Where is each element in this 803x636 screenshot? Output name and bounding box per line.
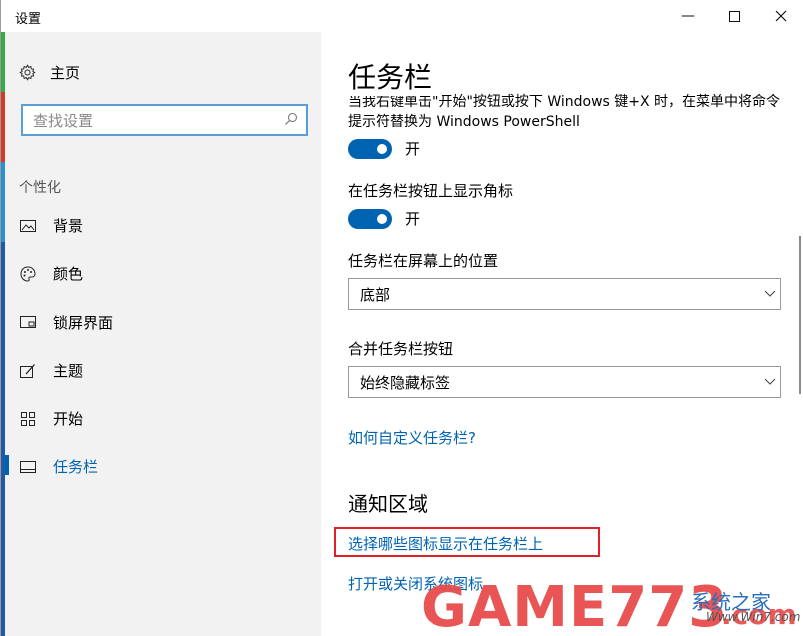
scrollbar[interactable] <box>799 236 801 394</box>
search-placeholder: 查找设置 <box>33 111 94 130</box>
window-title: 设置 <box>15 12 42 27</box>
nav-home[interactable]: 主页 <box>19 62 80 83</box>
maximize-icon <box>728 10 740 22</box>
notification-area-title: 通知区域 <box>348 492 428 516</box>
toggle-state-label: 开 <box>405 140 421 158</box>
sidebar-item-colors[interactable]: 颜色 <box>19 263 83 284</box>
combine-value: 始终隐藏标签 <box>360 373 451 392</box>
badge-label: 在任务栏按钮上显示角标 <box>348 182 514 200</box>
search-icon[interactable] <box>284 112 298 126</box>
toggle-knob <box>377 213 387 224</box>
sidebar-item-label: 颜色 <box>53 265 84 283</box>
position-value: 底部 <box>360 285 391 304</box>
chevron-down-icon <box>764 378 776 385</box>
watermark-small: Www.Win7.com <box>706 610 801 624</box>
taskbar-icon <box>19 458 37 476</box>
close-icon <box>775 10 787 22</box>
search-input[interactable]: 查找设置 <box>21 104 308 136</box>
combine-select[interactable]: 始终隐藏标签 <box>348 366 781 398</box>
position-select[interactable]: 底部 <box>348 278 781 310</box>
combine-label: 合并任务栏按钮 <box>348 340 454 358</box>
badge-toggle[interactable] <box>348 208 392 229</box>
lock-screen-icon <box>19 314 37 332</box>
close-button[interactable] <box>758 0 803 32</box>
sidebar-item-label: 锁屏界面 <box>53 314 114 332</box>
sidebar-item-label: 背景 <box>53 217 84 235</box>
sidebar-item-label: 主题 <box>53 362 84 380</box>
sidebar-item-label: 任务栏 <box>53 458 99 476</box>
sidebar-item-themes[interactable]: 主题 <box>19 360 83 381</box>
sidebar-item-taskbar[interactable]: 任务栏 <box>19 456 98 477</box>
nav-home-label: 主页 <box>50 64 81 82</box>
sidebar: 主页 查找设置 个性化 背景 颜色 锁屏界面 主题 开始 任务栏 <box>5 32 321 636</box>
help-link[interactable]: 如何自定义任务栏? <box>348 427 476 448</box>
main-content: 当我右键单击"开始"按钮或按下 Windows 键+X 时，在菜单中将命令提示符… <box>321 32 803 636</box>
minimize-button[interactable]: — <box>665 0 711 32</box>
powershell-toggle[interactable] <box>348 138 392 159</box>
sidebar-item-background[interactable]: 背景 <box>19 215 83 236</box>
minimize-icon: — <box>681 8 695 24</box>
badge-toggle-row: 开 <box>348 208 420 229</box>
section-label-personalization: 个性化 <box>19 180 61 196</box>
page-title: 任务栏 <box>348 56 443 96</box>
toggle-knob <box>377 143 387 154</box>
palette-icon <box>19 265 37 283</box>
maximize-button[interactable] <box>711 0 757 32</box>
watermark: GAME773 .com 系统之家 Www.Win7.com <box>421 580 803 636</box>
toggle-state-label: 开 <box>405 210 421 228</box>
watermark-brand: GAME773 <box>421 575 729 636</box>
settings-window: 设置 — 主页 查找设置 个性化 背景 颜色 锁屏界面 主题 开始 任务栏 当我… <box>0 0 803 636</box>
select-icons-link[interactable]: 选择哪些图标显示在任务栏上 <box>348 533 543 554</box>
position-label: 任务栏在屏幕上的位置 <box>348 252 499 270</box>
theme-icon <box>19 362 37 380</box>
powershell-description: 当我右键单击"开始"按钮或按下 Windows 键+X 时，在菜单中将命令提示符… <box>348 94 781 130</box>
active-indicator <box>5 455 9 475</box>
sidebar-item-start[interactable]: 开始 <box>19 408 83 429</box>
sidebar-item-lockscreen[interactable]: 锁屏界面 <box>19 312 113 333</box>
image-icon <box>19 217 37 235</box>
sidebar-item-label: 开始 <box>53 410 84 428</box>
chevron-down-icon <box>764 290 776 297</box>
powershell-toggle-row: 开 <box>348 138 420 159</box>
title-bar: 设置 — <box>1 0 803 32</box>
gear-icon <box>19 64 36 81</box>
start-icon <box>19 410 37 428</box>
